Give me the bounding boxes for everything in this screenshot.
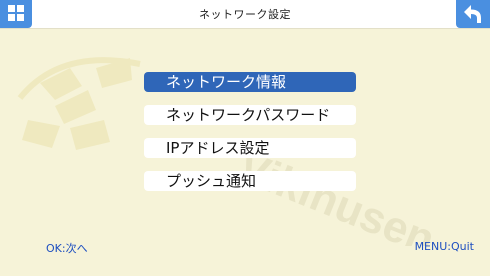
- menu-item-push-notification[interactable]: プッシュ通知: [144, 171, 356, 191]
- menu-item-network-password[interactable]: ネットワークパスワード: [144, 105, 356, 125]
- title-bar: ネットワーク設定: [0, 0, 490, 29]
- return-arrow-icon: [464, 5, 481, 23]
- back-button[interactable]: [456, 0, 490, 28]
- menu-item-network-info[interactable]: ネットワーク情報: [144, 72, 356, 92]
- settings-menu: ネットワーク情報 ネットワークパスワード IPアドレス設定 プッシュ通知: [144, 72, 356, 204]
- menu-item-ip-address[interactable]: IPアドレス設定: [144, 138, 356, 158]
- ok-next-hint: OK:次へ: [46, 242, 88, 255]
- page-title: ネットワーク設定: [199, 8, 291, 21]
- network-settings-screen: Vikinusen ネットワーク設定 ネットワーク情報 ネットワークパスワード …: [0, 0, 490, 276]
- menu-quit-hint: MENU:Quit: [414, 240, 474, 253]
